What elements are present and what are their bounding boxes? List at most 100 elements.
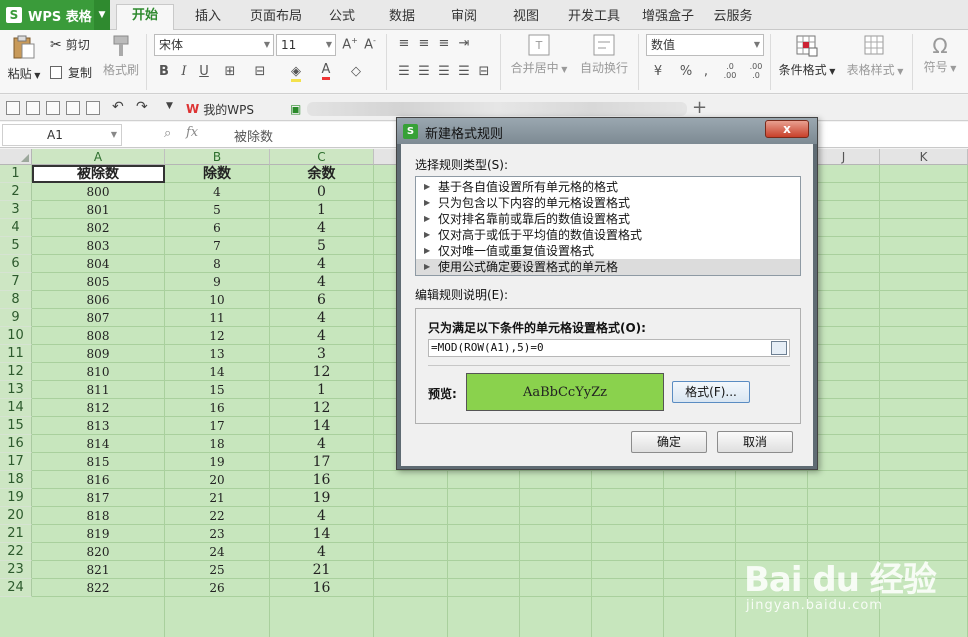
table-cell[interactable]: 4 [270,309,374,327]
table-cell[interactable]: 20 [165,471,270,489]
table-cell[interactable]: 19 [165,453,270,471]
column-header-c[interactable]: C [270,149,374,165]
table-cell[interactable]: 22 [165,507,270,525]
select-all-corner[interactable] [0,149,32,165]
merge-center-button[interactable]: T 合并居中 ▼ [508,34,570,76]
table-cell[interactable]: 16 [270,579,374,597]
table-cell[interactable]: 810 [32,363,165,381]
table-style-button[interactable]: 表格样式 ▼ [844,34,906,78]
increase-decimal-icon[interactable]: .0.00 [720,62,740,80]
tab-my-wps[interactable]: W 我的WPS [186,98,286,120]
row-header-3[interactable]: 3 [0,201,32,219]
zoom-icon[interactable]: ⌕ [164,126,171,141]
rule-type-item[interactable]: ▶ 只为包含以下内容的单元格设置格式 [416,195,800,211]
rule-type-item-selected[interactable]: ▶ 使用公式确定要设置格式的单元格 [416,259,800,275]
table-cell[interactable]: 0 [270,183,374,201]
rule-type-item[interactable]: ▶ 仅对排名靠前或靠后的数值设置格式 [416,211,800,227]
tab-formula[interactable]: 公式 [320,6,364,30]
justify-icon[interactable]: ☰ [456,64,472,79]
table-cell[interactable]: 813 [32,417,165,435]
table-cell[interactable]: 16 [165,399,270,417]
table-cell[interactable]: 814 [32,435,165,453]
print-preview-icon[interactable] [86,101,100,115]
undo-icon[interactable]: ↶ [112,99,124,115]
font-size-select[interactable]: 11 ▼ [276,34,336,56]
cut-button[interactable]: ✂ 剪切 [50,36,90,53]
row-header-21[interactable]: 21 [0,525,32,543]
align-bottom-icon[interactable]: ≡ [436,36,452,51]
row-header-10[interactable]: 10 [0,327,32,345]
table-cell[interactable]: 819 [32,525,165,543]
rule-type-item[interactable]: ▶ 仅对高于或低于平均值的数值设置格式 [416,227,800,243]
cancel-button[interactable]: 取消 [717,431,793,453]
format-button[interactable]: 格式(F)... [672,381,750,403]
row-header-17[interactable]: 17 [0,453,32,471]
dialog-title-bar[interactable]: S 新建格式规则 x [397,118,817,144]
table-cell[interactable]: 17 [270,453,374,471]
table-cell[interactable]: 除数 [165,165,270,183]
table-cell[interactable]: 14 [165,363,270,381]
table-cell[interactable]: 1 [270,201,374,219]
row-header-14[interactable]: 14 [0,399,32,417]
range-picker-icon[interactable] [771,341,787,355]
table-cell[interactable]: 812 [32,399,165,417]
table-cell[interactable]: 806 [32,291,165,309]
row-header-24[interactable]: 24 [0,579,32,597]
table-cell[interactable]: 13 [165,345,270,363]
table-cell[interactable]: 12 [270,363,374,381]
number-format-select[interactable]: 数值 ▼ [646,34,764,56]
table-cell[interactable]: 4 [270,255,374,273]
underline-icon[interactable]: U [196,64,212,79]
row-header-22[interactable]: 22 [0,543,32,561]
column-header-j[interactable]: J [808,149,880,165]
column-header-b[interactable]: B [165,149,270,165]
conditional-format-button[interactable]: 条件格式 ▼ [776,34,838,78]
border-icon[interactable]: ⊞ [222,64,238,79]
row-header-8[interactable]: 8 [0,291,32,309]
table-cell[interactable]: 25 [165,561,270,579]
column-header-k[interactable]: K [880,149,968,165]
table-cell[interactable]: 4 [270,327,374,345]
ok-button[interactable]: 确定 [631,431,707,453]
tab-cloud-service[interactable]: 云服务 [708,6,758,30]
table-cell[interactable]: 822 [32,579,165,597]
table-cell[interactable]: 16 [270,471,374,489]
rule-type-item[interactable]: ▶ 基于各自值设置所有单元格的格式 [416,179,800,195]
table-cell[interactable]: 23 [165,525,270,543]
table-cell[interactable]: 801 [32,201,165,219]
print-icon[interactable] [66,101,80,115]
row-header-6[interactable]: 6 [0,255,32,273]
percent-button[interactable]: % [678,64,694,79]
table-cell[interactable]: 802 [32,219,165,237]
table-cell[interactable]: 803 [32,237,165,255]
close-icon[interactable]: x [765,120,809,138]
table-cell[interactable]: 1 [270,381,374,399]
paste-button[interactable]: 粘贴 ▼ [6,34,42,82]
auto-wrap-button[interactable]: 自动换行 [578,34,630,76]
align-left-icon[interactable]: ☰ [396,64,412,79]
tab-developer[interactable]: 开发工具 [562,6,626,30]
save-icon[interactable] [26,101,40,115]
table-cell[interactable]: 26 [165,579,270,597]
tab-home[interactable]: 开始 [116,4,174,31]
new-tab-plus-icon[interactable]: + [692,97,707,118]
comma-button[interactable]: , [698,64,714,79]
clear-format-icon[interactable]: ◇ [348,64,364,79]
font-name-select[interactable]: 宋体 ▼ [154,34,274,56]
table-cell[interactable]: 18 [165,435,270,453]
table-cell[interactable]: 6 [165,219,270,237]
table-cell[interactable]: 4 [165,183,270,201]
table-cell[interactable]: 4 [270,543,374,561]
tab-page-layout[interactable]: 页面布局 [244,6,308,30]
name-box[interactable]: A1 ▼ [2,124,122,146]
table-cell[interactable]: 800 [32,183,165,201]
align-center-icon[interactable]: ☰ [416,64,432,79]
tab-review[interactable]: 审阅 [442,6,486,30]
rule-type-item[interactable]: ▶ 仅对唯一值或重复值设置格式 [416,243,800,259]
tab-insert[interactable]: 插入 [186,6,230,30]
column-header-a[interactable]: A [32,149,165,165]
open-folder-icon[interactable] [6,101,20,115]
table-cell[interactable]: 14 [270,525,374,543]
table-cell[interactable]: 4 [270,435,374,453]
table-cell[interactable]: 被除数 [32,165,165,183]
